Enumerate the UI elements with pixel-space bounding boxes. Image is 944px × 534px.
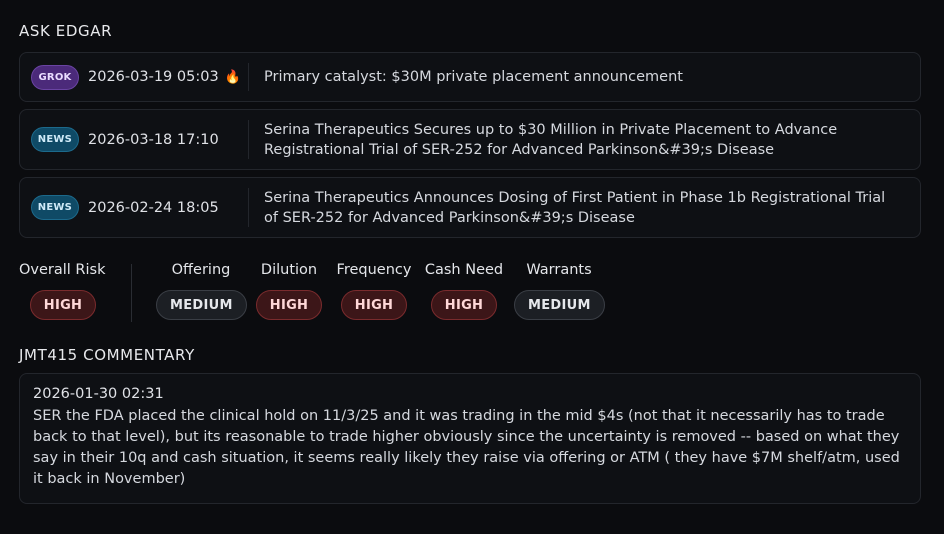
news-source-badge: NEWS <box>30 127 79 152</box>
risk-frequency-label: Frequency <box>336 262 412 278</box>
news-item[interactable]: NEWS 2026-03-18 17:10 Serina Therapeutic… <box>19 109 921 170</box>
news-timestamp: 2026-02-24 18:05 <box>86 200 248 216</box>
grok-source-badge: GROK <box>31 64 79 90</box>
news-timestamp: 2026-03-18 17:10 <box>86 132 248 148</box>
risk-summary: Overall Risk HIGH Offering MEDIUM Diluti… <box>19 262 921 322</box>
risk-offering-label: Offering <box>171 262 231 278</box>
fire-icon: 🔥 <box>224 69 241 85</box>
news-headline[interactable]: Primary catalyst: $30M private placement… <box>249 67 920 87</box>
news-timestamp: 2026-03-19 05:03 🔥 <box>86 69 248 85</box>
news-source-badge: NEWS <box>30 195 79 220</box>
risk-cash-need-label: Cash Need <box>424 262 504 278</box>
news-headline[interactable]: Serina Therapeutics Announces Dosing of … <box>249 188 920 228</box>
risk-frequency: Frequency HIGH <box>332 262 416 320</box>
news-item[interactable]: NEWS 2026-02-24 18:05 Serina Therapeutic… <box>19 177 921 238</box>
news-timestamp-text: 2026-02-24 18:05 <box>88 199 219 216</box>
risk-warrants-pill: MEDIUM <box>514 290 605 320</box>
risk-frequency-pill: HIGH <box>340 290 408 320</box>
ask-edgar-title: ASK EDGAR <box>19 22 113 40</box>
divider <box>131 264 132 322</box>
news-headline[interactable]: Serina Therapeutics Secures up to $30 Mi… <box>249 120 920 160</box>
ask-edgar-panel: ASK EDGAR GROK 2026-03-19 05:03 🔥 Primar… <box>0 0 944 534</box>
risk-warrants: Warrants MEDIUM <box>514 262 605 320</box>
risk-dilution-label: Dilution <box>260 262 318 278</box>
risk-dilution-pill: HIGH <box>255 290 323 320</box>
risk-offering-pill: MEDIUM <box>156 290 247 320</box>
news-timestamp-text: 2026-03-19 05:03 <box>88 69 219 85</box>
overall-risk-label: Overall Risk <box>19 262 106 278</box>
commentary-card: 2026-01-30 02:31 SER the FDA placed the … <box>19 373 921 504</box>
overall-risk: Overall Risk HIGH <box>19 262 107 320</box>
news-list: GROK 2026-03-19 05:03 🔥 Primary catalyst… <box>19 52 921 245</box>
risk-cash-need: Cash Need HIGH <box>422 262 506 320</box>
commentary-text: SER the FDA placed the clinical hold on … <box>33 408 900 487</box>
risk-offering: Offering MEDIUM <box>156 262 247 320</box>
risk-cash-need-pill: HIGH <box>430 290 498 320</box>
risk-warrants-label: Warrants <box>526 262 592 278</box>
news-item[interactable]: GROK 2026-03-19 05:03 🔥 Primary catalyst… <box>19 52 921 102</box>
risk-dilution: Dilution HIGH <box>254 262 324 320</box>
news-timestamp-text: 2026-03-18 17:10 <box>88 131 219 148</box>
commentary-title: JMT415 COMMENTARY <box>19 346 195 364</box>
overall-risk-pill: HIGH <box>29 290 97 320</box>
commentary-date: 2026-01-30 02:31 <box>33 386 164 402</box>
